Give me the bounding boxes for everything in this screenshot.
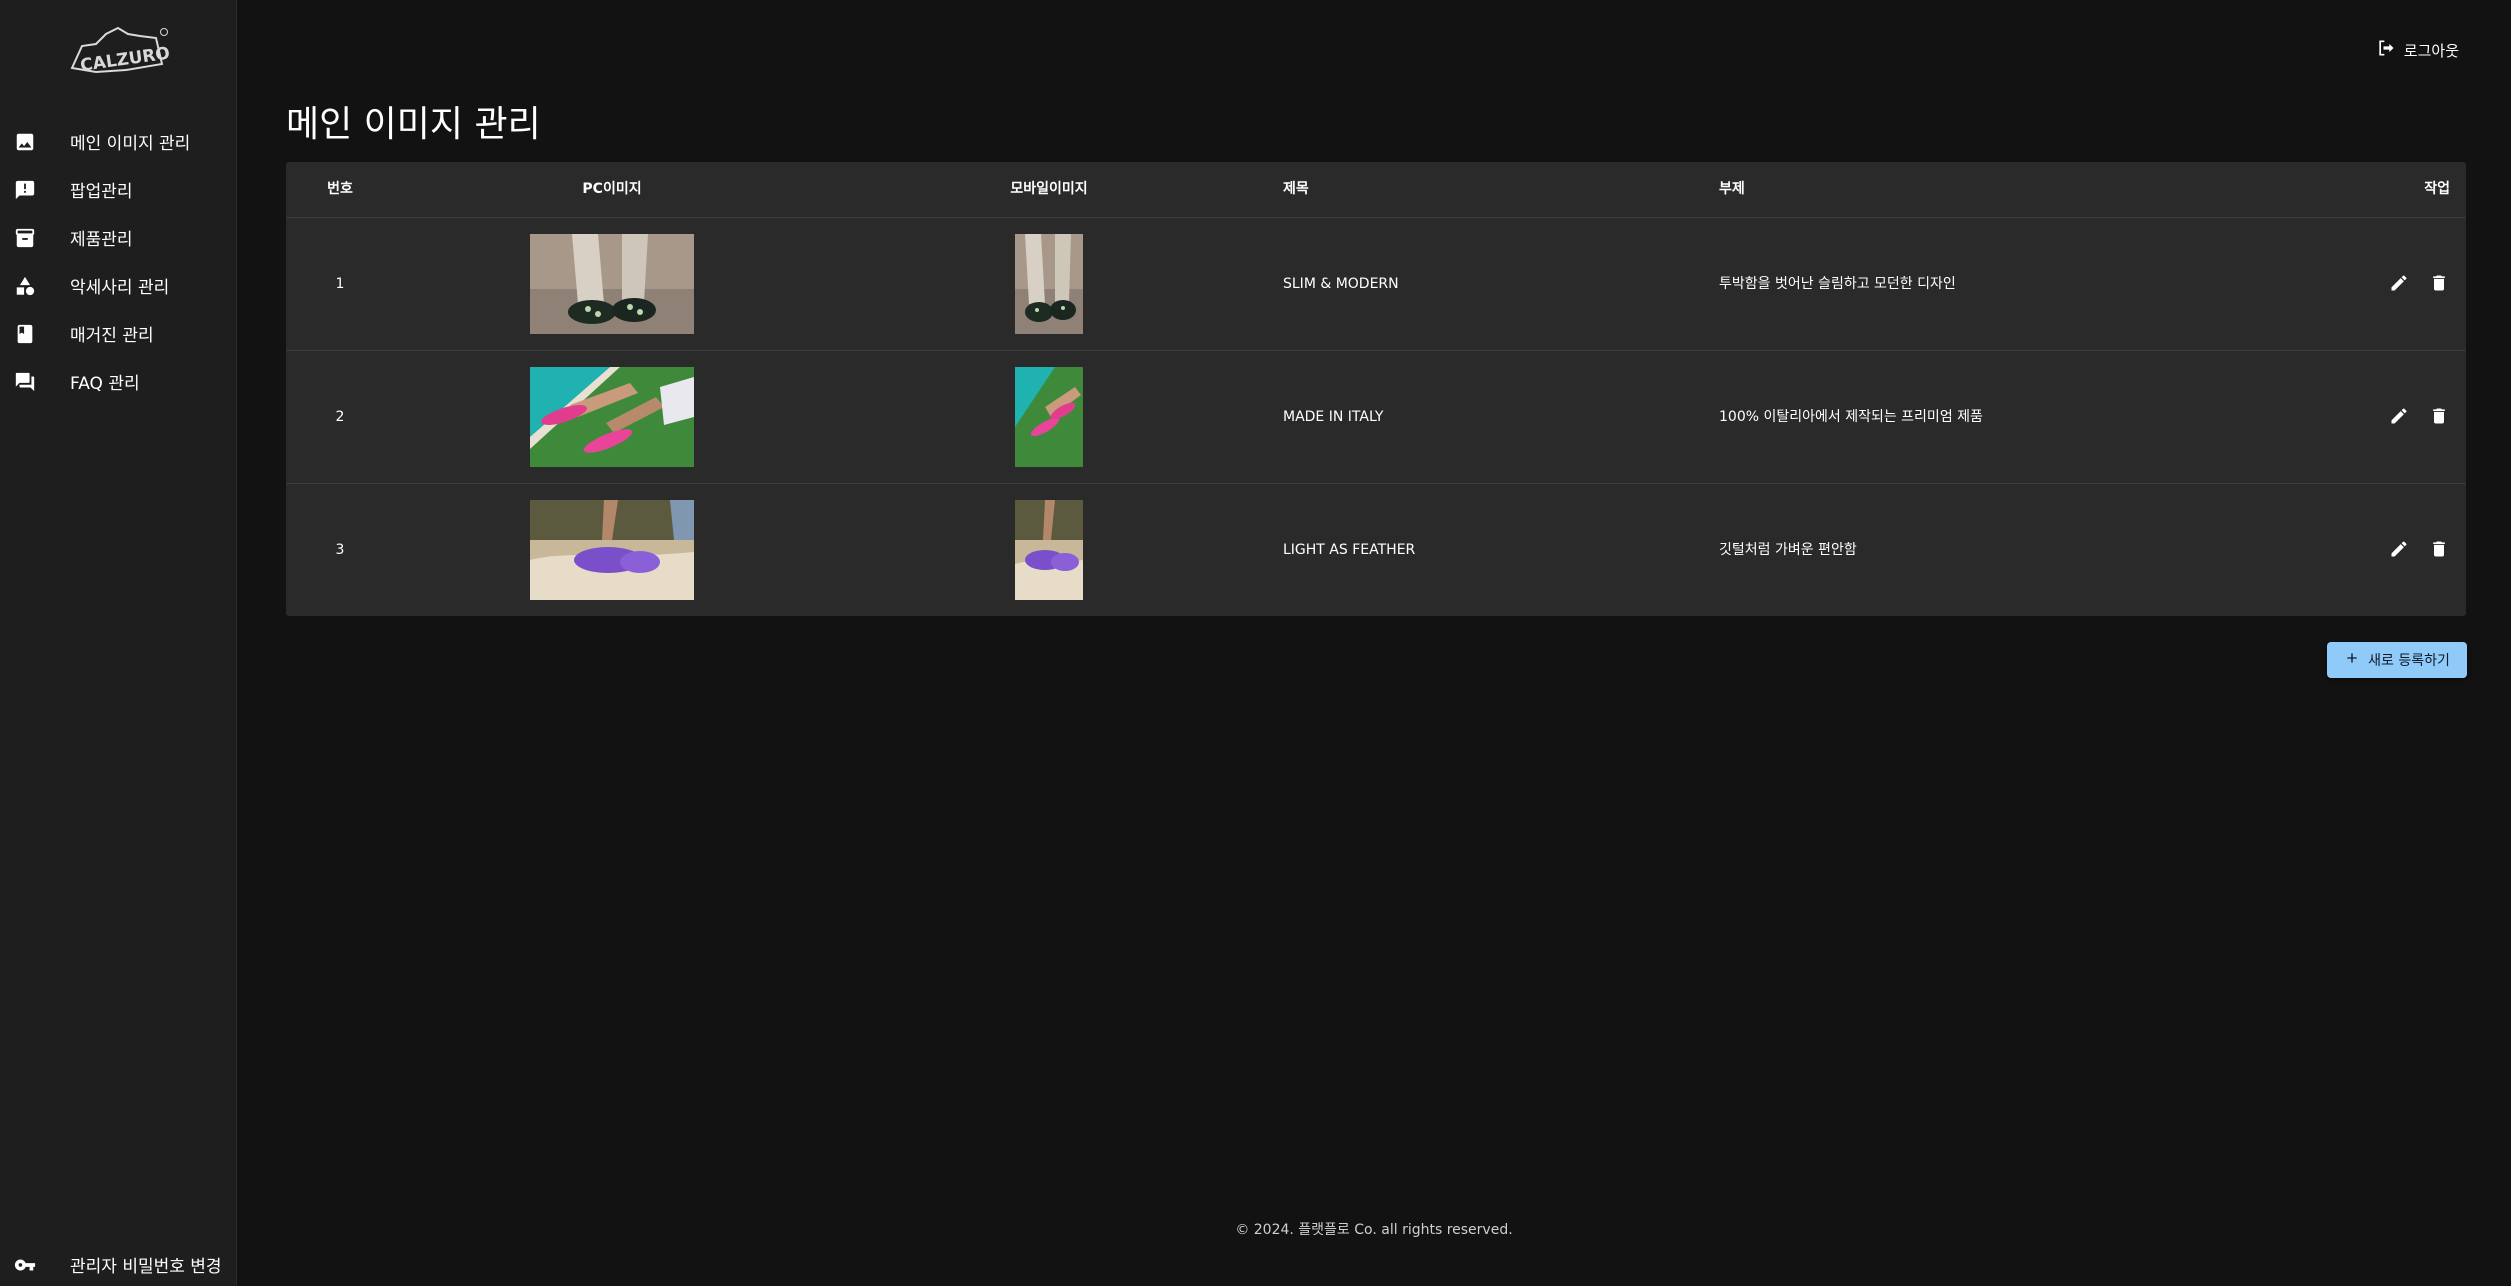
delete-button[interactable] <box>2426 270 2452 296</box>
row-number: 2 <box>335 409 345 425</box>
row-subtitle: 깃털처럼 가벼운 편안함 <box>1719 542 1857 558</box>
main-image-table: 번호 PC이미지 모바일이미지 제목 부제 작업 1 SLIM & MODERN… <box>286 162 2466 616</box>
plus-icon <box>2344 650 2360 670</box>
column-header-mobile-image: 모바일이미지 <box>1010 181 1088 197</box>
archive-icon <box>14 227 36 249</box>
sidebar-item-label: 매거진 관리 <box>70 325 154 346</box>
row-actions <box>2386 270 2452 296</box>
brand-logo[interactable]: CALZURO <box>66 24 171 78</box>
column-header-title: 제목 <box>1283 181 1309 197</box>
sidebar-item-label: 메인 이미지 관리 <box>70 133 191 154</box>
row-number: 3 <box>335 542 345 558</box>
logout-icon <box>2376 38 2396 62</box>
mobile-image-thumbnail <box>1015 500 1083 600</box>
delete-button[interactable] <box>2426 536 2452 562</box>
column-header-subtitle: 부제 <box>1719 181 1745 197</box>
add-new-button[interactable]: 새로 등록하기 <box>2327 642 2467 678</box>
trash-icon <box>2433 275 2445 291</box>
pencil-icon <box>2391 275 2407 291</box>
row-actions <box>2386 403 2452 429</box>
row-title: LIGHT AS FEATHER <box>1283 542 1416 558</box>
trash-icon <box>2433 408 2445 424</box>
sidebar-item-label: FAQ 관리 <box>70 373 140 394</box>
column-header-number: 번호 <box>327 181 353 197</box>
sidebar-item-main-image[interactable]: 메인 이미지 관리 <box>0 119 237 163</box>
sidebar-item-label: 관리자 비밀번호 변경 <box>70 1256 222 1277</box>
sidebar-item-products[interactable]: 제품관리 <box>0 215 237 259</box>
edit-button[interactable] <box>2386 536 2412 562</box>
pencil-icon <box>2391 541 2407 557</box>
image-icon <box>14 131 36 153</box>
forum-icon <box>14 371 36 393</box>
row-number: 1 <box>335 276 345 292</box>
trash-icon <box>2433 541 2445 557</box>
sidebar-item-change-password[interactable]: 관리자 비밀번호 변경 <box>0 1242 237 1286</box>
table-row: 1 SLIM & MODERN 투박함을 벗어난 슬림하고 모던한 디자인 <box>286 218 2466 351</box>
pc-image-thumbnail <box>530 367 694 467</box>
table-header: 번호 PC이미지 모바일이미지 제목 부제 작업 <box>286 162 2466 218</box>
logout-button[interactable]: 로그아웃 <box>2376 38 2459 62</box>
pc-image-thumbnail <box>530 500 694 600</box>
mobile-image-thumbnail <box>1015 367 1083 467</box>
main-content: 로그아웃 메인 이미지 관리 번호 PC이미지 모바일이미지 제목 부제 작업 … <box>237 0 2511 1286</box>
row-title: SLIM & MODERN <box>1283 276 1399 292</box>
book-icon <box>14 323 36 345</box>
logout-label: 로그아웃 <box>2403 41 2459 60</box>
column-header-actions: 작업 <box>2424 181 2450 197</box>
category-shapes-icon <box>14 275 36 297</box>
delete-button[interactable] <box>2426 403 2452 429</box>
announcement-icon <box>14 179 36 201</box>
sidebar-item-faq[interactable]: FAQ 관리 <box>0 359 237 403</box>
row-subtitle: 투박함을 벗어난 슬림하고 모던한 디자인 <box>1719 276 1956 292</box>
sidebar-item-magazine[interactable]: 매거진 관리 <box>0 311 237 355</box>
table-row: 3 LIGHT AS FEATHER 깃털처럼 가벼운 편안함 <box>286 484 2466 616</box>
column-header-pc-image: PC이미지 <box>582 181 642 197</box>
page-title: 메인 이미지 관리 <box>286 104 541 145</box>
mobile-image-thumbnail <box>1015 234 1083 334</box>
sidebar-item-label: 악세사리 관리 <box>70 277 170 298</box>
sidebar: CALZURO 메인 이미지 관리 팝업관리 제품관리 악세사리 관리 매거진 … <box>0 0 237 1286</box>
table-row: 2 MADE IN ITALY 100% 이탈리아에서 제작되는 프리미엄 제품 <box>286 351 2466 484</box>
row-title: MADE IN ITALY <box>1283 409 1384 425</box>
key-icon <box>14 1254 36 1276</box>
pencil-icon <box>2391 408 2407 424</box>
row-subtitle: 100% 이탈리아에서 제작되는 프리미엄 제품 <box>1719 409 1983 425</box>
edit-button[interactable] <box>2386 270 2412 296</box>
pc-image-thumbnail <box>530 234 694 334</box>
sidebar-item-label: 팝업관리 <box>70 181 133 202</box>
add-new-label: 새로 등록하기 <box>2368 653 2450 669</box>
edit-button[interactable] <box>2386 403 2412 429</box>
sidebar-item-accessories[interactable]: 악세사리 관리 <box>0 263 237 307</box>
footer-copyright: © 2024. 플랫플로 Co. all rights reserved. <box>1235 1222 1513 1238</box>
sidebar-item-label: 제품관리 <box>70 229 133 250</box>
row-actions <box>2386 536 2452 562</box>
sidebar-item-popup[interactable]: 팝업관리 <box>0 167 237 211</box>
